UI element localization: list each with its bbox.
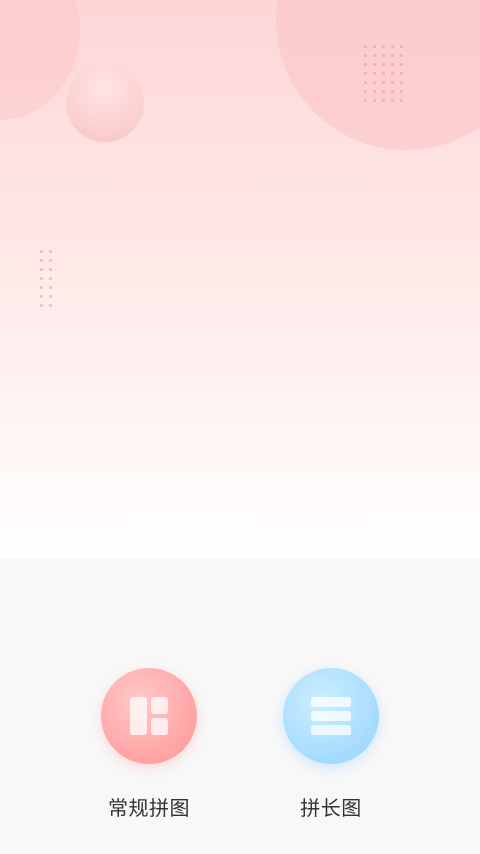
- regular-collage-label: 常规拼图: [108, 796, 190, 820]
- long-collage-button[interactable]: 拼长图: [261, 668, 401, 821]
- decorative-dot-grid-right: [364, 45, 403, 102]
- long-collage-label: 拼长图: [300, 796, 362, 820]
- decorative-circle-small: [66, 64, 144, 142]
- decorative-dot-grid-left: [40, 250, 52, 307]
- action-panel: [0, 558, 480, 854]
- stacked-rows-icon: [283, 668, 379, 764]
- regular-collage-button[interactable]: 常规拼图: [79, 668, 219, 821]
- hero-banner: [0, 0, 480, 558]
- grid-collage-icon: [101, 668, 197, 764]
